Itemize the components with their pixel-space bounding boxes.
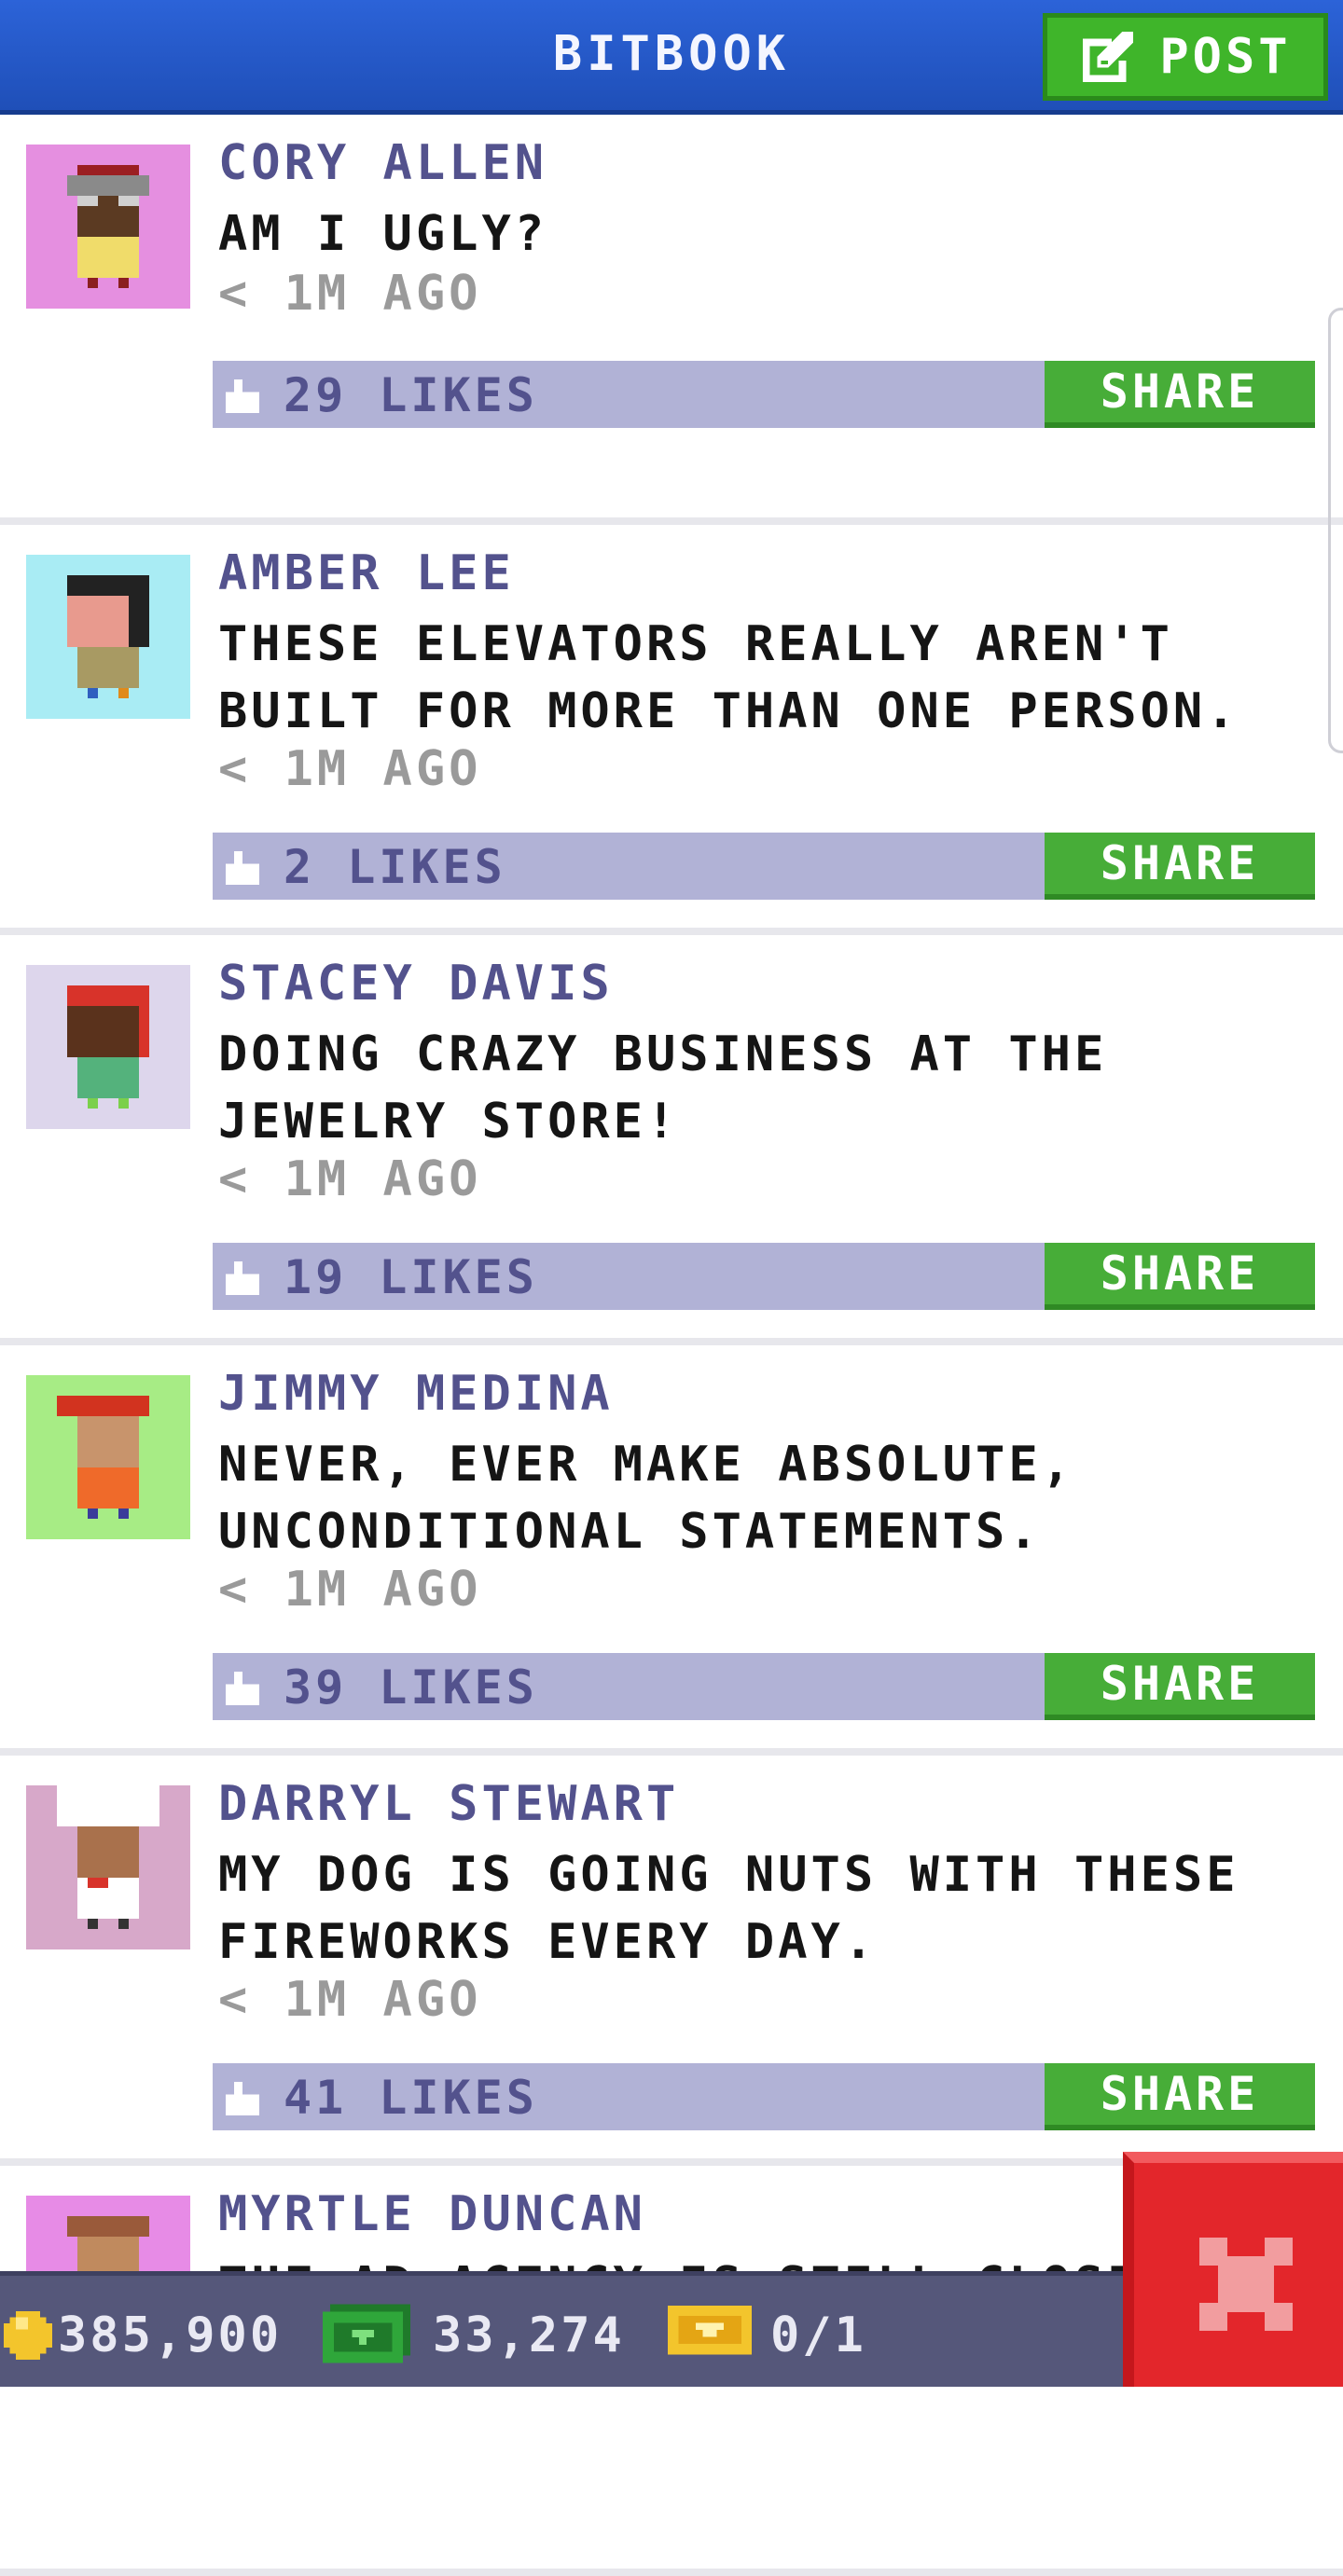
share-button[interactable]: SHARE (1045, 2063, 1315, 2130)
post-time: < 1M AGO (218, 741, 482, 797)
likes-count: 19 LIKES (284, 1250, 538, 1304)
like-icon (226, 1672, 259, 1705)
like-icon (226, 851, 259, 885)
close-icon (1199, 2238, 1293, 2331)
post-author: AMBER LEE (218, 545, 515, 601)
share-button[interactable]: SHARE (1045, 1653, 1315, 1720)
top-bar: BITBOOK POST (0, 0, 1343, 115)
post-author: CORY ALLEN (218, 135, 548, 191)
bux-amount: 33,274 (433, 2307, 625, 2363)
coin-icon (4, 2311, 52, 2360)
post-button[interactable]: POST (1043, 13, 1328, 101)
likes-count: 2 LIKES (284, 840, 506, 894)
post-message: THESE ELEVATORS REALLY AREN'T BUILT FOR … (218, 616, 1239, 739)
like-icon (226, 2082, 259, 2115)
post-message: AM I UGLY? (218, 206, 548, 262)
ticket-icon (668, 2305, 752, 2355)
edit-icon (1083, 31, 1134, 83)
scroll-indicator[interactable] (1328, 308, 1343, 753)
post-author: STACEY DAVIS (218, 956, 614, 1012)
coins-amount: 385,900 (58, 2307, 283, 2363)
post-message: MY DOG IS GOING NUTS WITH THESE FIREWORK… (218, 1847, 1239, 1970)
post-author: MYRTLE DUNCAN (218, 2186, 646, 2242)
share-button[interactable]: SHARE (1045, 833, 1315, 900)
feed-post: AMBER LEE THESE ELEVATORS REALLY AREN'T … (0, 525, 1343, 935)
close-button[interactable] (1123, 2152, 1343, 2387)
avatar[interactable] (26, 1375, 190, 1539)
avatar[interactable] (26, 1785, 190, 1949)
likes-count: 29 LIKES (284, 368, 538, 422)
post-author: DARRYL STEWART (218, 1776, 680, 1832)
post-time: < 1M AGO (218, 1562, 482, 1618)
post-time: < 1M AGO (218, 266, 482, 322)
tickets-amount: 0/1 (770, 2307, 866, 2363)
post-time: < 1M AGO (218, 1151, 482, 1207)
bux-icon (323, 2304, 410, 2363)
post-author: JIMMY MEDINA (218, 1366, 614, 1422)
likes-count: 41 LIKES (284, 2071, 538, 2125)
like-icon (226, 1261, 259, 1295)
avatar[interactable] (26, 145, 190, 309)
post-time: < 1M AGO (218, 1972, 482, 2028)
share-button[interactable]: SHARE (1045, 1243, 1315, 1310)
avatar[interactable] (26, 555, 190, 719)
feed-post: JIMMY MEDINA NEVER, EVER MAKE ABSOLUTE, … (0, 1345, 1343, 1756)
post-message: NEVER, EVER MAKE ABSOLUTE, UNCONDITIONAL… (218, 1437, 1074, 1560)
feed-post: DARRYL STEWART MY DOG IS GOING NUTS WITH… (0, 1756, 1343, 2166)
post-message: DOING CRAZY BUSINESS AT THE JEWELRY STOR… (218, 1026, 1108, 1150)
likes-count: 39 LIKES (284, 1660, 538, 1715)
feed-post: STACEY DAVIS DOING CRAZY BUSINESS AT THE… (0, 935, 1343, 1345)
feed-post: CORY ALLEN AM I UGLY? < 1M AGO 29 LIKES … (0, 115, 1343, 525)
share-button[interactable]: SHARE (1045, 361, 1315, 428)
avatar[interactable] (26, 965, 190, 1129)
post-button-label: POST (1159, 29, 1292, 85)
like-icon (226, 379, 259, 413)
